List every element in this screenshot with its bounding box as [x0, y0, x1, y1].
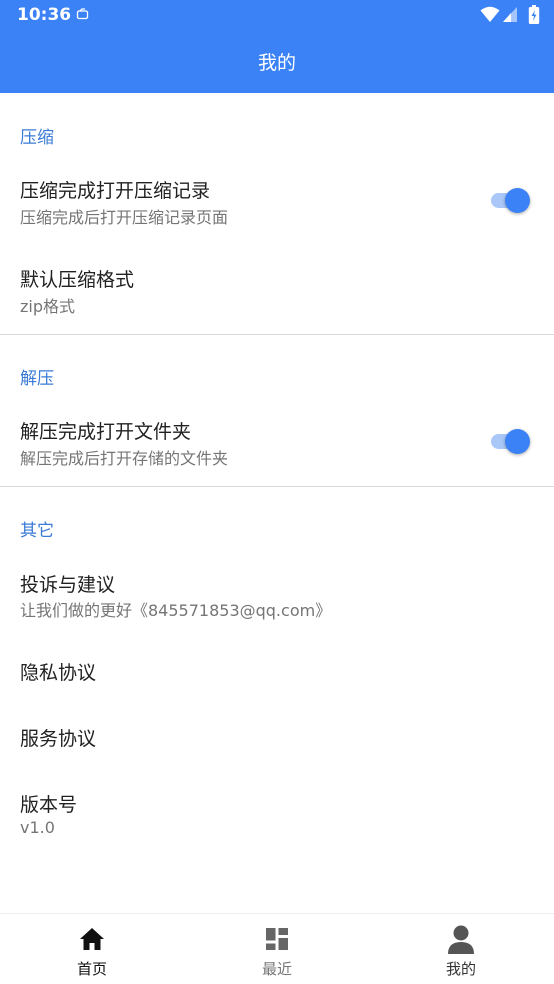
battery-icon — [528, 5, 540, 24]
nav-mine[interactable]: 我的 — [369, 914, 553, 984]
section-header-other: 其它 — [20, 521, 54, 541]
setting-title: 版本号 — [20, 794, 78, 816]
page-title-bar: 我的 — [0, 30, 554, 93]
dashboard-icon — [266, 928, 288, 950]
toggle-thumb — [505, 429, 530, 454]
setting-title: 投诉与建议 — [20, 574, 116, 596]
home-icon — [80, 928, 104, 950]
setting-open-folder[interactable]: 解压完成打开文件夹 解压完成后打开存储的文件夹 — [0, 404, 554, 484]
section-divider — [0, 486, 554, 487]
setting-version[interactable]: 版本号 v1.0 — [0, 778, 554, 848]
nav-label: 我的 — [445, 960, 476, 978]
setting-subtitle: zip格式 — [20, 297, 76, 316]
setting-title: 隐私协议 — [20, 662, 97, 684]
signal-icon — [503, 7, 517, 22]
app-root: 10:36 我的 压缩 压缩完成打开压缩记录 压缩完成后打开压缩记录页面 默认压… — [0, 0, 554, 984]
open-compress-record-toggle[interactable] — [489, 187, 531, 213]
setting-title: 解压完成打开文件夹 — [20, 421, 192, 443]
nav-recent[interactable]: 最近 — [185, 914, 369, 984]
section-divider — [0, 334, 554, 335]
notification-icon — [76, 8, 89, 20]
setting-subtitle: 让我们做的更好《845571853@qq.com》 — [20, 601, 332, 620]
setting-open-compress-record[interactable]: 压缩完成打开压缩记录 压缩完成后打开压缩记录页面 — [0, 163, 554, 243]
status-bar: 10:36 — [0, 0, 554, 30]
person-icon — [448, 925, 474, 954]
nav-label: 最近 — [261, 960, 292, 978]
setting-service[interactable]: 服务协议 — [0, 712, 554, 762]
setting-subtitle: 解压完成后打开存储的文件夹 — [20, 449, 229, 468]
section-header-extract: 解压 — [20, 369, 54, 389]
setting-feedback[interactable]: 投诉与建议 让我们做的更好《845571853@qq.com》 — [0, 556, 554, 632]
page-title: 我的 — [257, 52, 296, 74]
setting-title: 默认压缩格式 — [20, 269, 135, 291]
wifi-icon — [480, 6, 500, 22]
status-time: 10:36 — [17, 5, 72, 25]
setting-default-format[interactable]: 默认压缩格式 zip格式 — [0, 253, 554, 333]
setting-subtitle: 压缩完成后打开压缩记录页面 — [20, 208, 229, 227]
nav-home[interactable]: 首页 — [0, 914, 184, 984]
setting-title: 服务协议 — [20, 728, 97, 750]
open-folder-toggle[interactable] — [489, 428, 531, 454]
section-header-compress: 压缩 — [20, 128, 54, 148]
setting-title: 压缩完成打开压缩记录 — [20, 180, 211, 202]
toggle-thumb — [505, 188, 530, 213]
nav-label: 首页 — [76, 960, 107, 978]
setting-subtitle: v1.0 — [20, 818, 55, 837]
setting-privacy[interactable]: 隐私协议 — [0, 646, 554, 696]
bottom-nav: 首页 最近 我的 — [0, 913, 554, 984]
